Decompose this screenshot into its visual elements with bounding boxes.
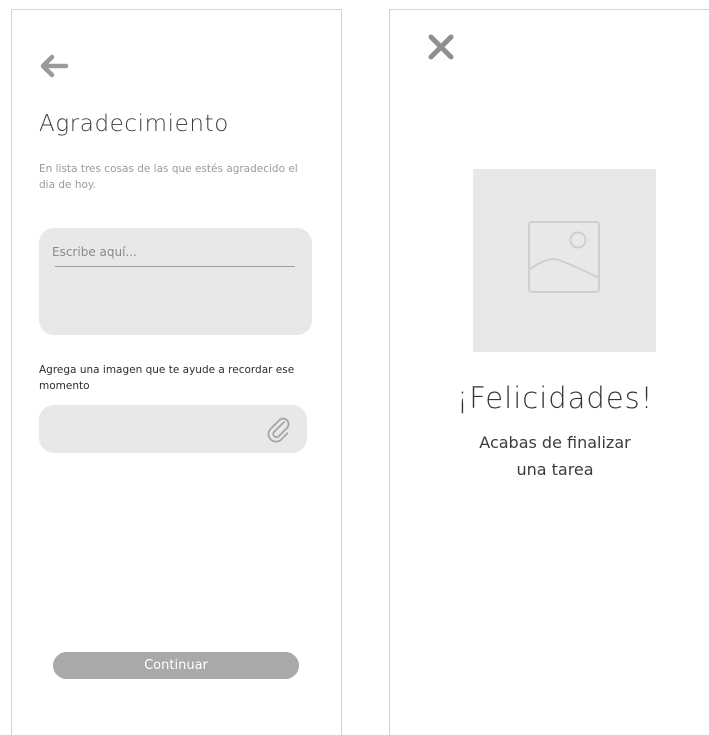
image-placeholder (473, 169, 656, 352)
page-subtitle: En lista tres cosas de las que estés agr… (39, 163, 298, 191)
close-button[interactable] (426, 32, 456, 62)
close-icon (428, 34, 454, 60)
back-button[interactable] (38, 53, 70, 79)
congrats-title: ¡Felicidades! (456, 381, 654, 415)
image-prompt-label: Agrega una imagen que te ayude a recorda… (39, 364, 295, 392)
gratitude-input[interactable] (52, 241, 294, 263)
input-underline (55, 266, 295, 267)
gratitude-screen: Agradecimiento En lista tres cosas de la… (11, 9, 342, 735)
page-title: Agradecimiento (39, 111, 229, 137)
congrats-message: Acabas de finalizar una tarea (479, 433, 631, 479)
attach-image-field[interactable] (39, 405, 307, 453)
continue-button[interactable]: Continuar (53, 652, 299, 679)
arrow-left-icon (40, 54, 69, 78)
paperclip-icon[interactable] (265, 415, 293, 443)
image-placeholder-icon (528, 221, 600, 293)
congrats-screen: ¡Felicidades! Acabas de finalizar una ta… (389, 9, 709, 735)
gratitude-text-area[interactable] (39, 228, 312, 335)
